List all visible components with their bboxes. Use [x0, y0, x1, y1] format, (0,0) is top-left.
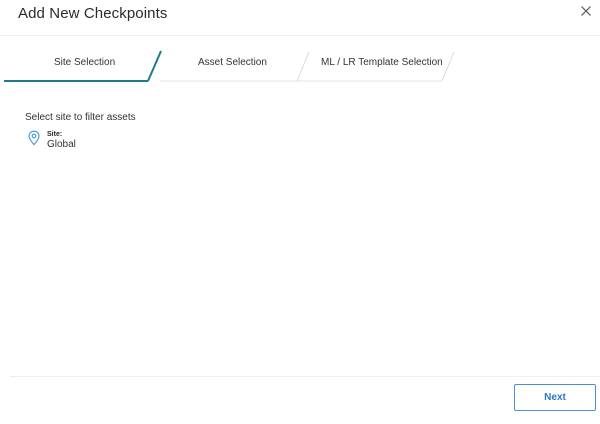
site-key-label: Site: [47, 131, 63, 138]
dialog-title: Add New Checkpoints [18, 5, 168, 22]
site-info: Site: Global [47, 130, 76, 151]
instruction-text: Select site to filter assets [25, 112, 136, 123]
tab-asset-selection[interactable]: Asset Selection [198, 57, 267, 68]
location-pin-icon [27, 130, 41, 146]
tab-template-selection[interactable]: ML / LR Template Selection [321, 57, 443, 68]
stepper: Site Selection Asset Selection ML / LR T… [0, 50, 600, 84]
step-separator [296, 51, 310, 82]
site-value: Global [47, 139, 76, 150]
site-selector[interactable]: Site: Global [27, 130, 76, 151]
tab-site-selection[interactable]: Site Selection [54, 57, 115, 68]
active-step-edge [147, 50, 162, 82]
close-icon[interactable] [578, 3, 594, 19]
next-button[interactable]: Next [514, 384, 596, 411]
step-separator [441, 51, 455, 82]
footer-divider [10, 376, 600, 377]
header-divider [0, 35, 600, 36]
